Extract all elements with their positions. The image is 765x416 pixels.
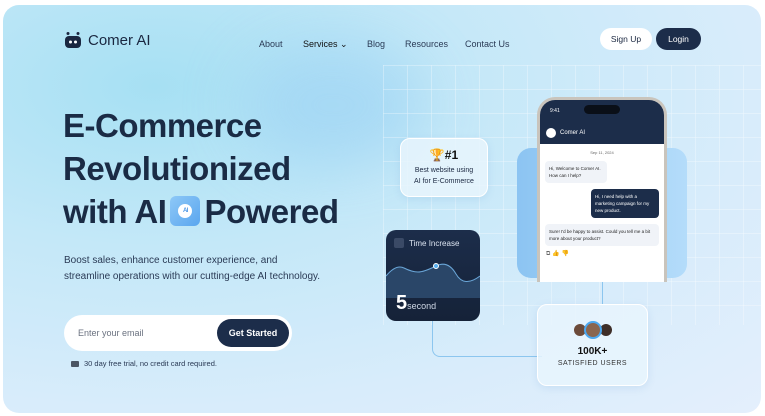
- nav-blog[interactable]: Blog: [367, 39, 385, 49]
- badge-text: Best website using AI for E-Commerce: [414, 167, 474, 185]
- nav-contact[interactable]: Contact Us: [465, 39, 510, 49]
- phone-time: 9:41: [550, 108, 560, 114]
- hero-section: Comer AI About Services ⌄ Blog Resources…: [3, 5, 761, 413]
- nav-about[interactable]: About: [259, 39, 283, 49]
- satisfied-users-card: 100K+ SATISFIED USERS: [537, 304, 648, 386]
- credit-card-icon: [71, 360, 79, 367]
- time-unit: second: [407, 301, 437, 311]
- hero-description: Boost sales, enhance customer experience…: [64, 255, 321, 282]
- ai-chip-icon: [170, 196, 201, 226]
- login-button[interactable]: Login: [656, 28, 701, 50]
- rank-value: #1: [444, 148, 459, 162]
- users-count: 100K+: [577, 346, 608, 357]
- trial-note: 30 day free trial, no credit card requir…: [71, 359, 217, 368]
- users-label: SATISFIED USERS: [557, 360, 628, 367]
- bot-avatar-icon: [546, 128, 556, 138]
- robot-icon: [65, 32, 81, 48]
- chevron-down-icon: ⌄: [340, 39, 348, 49]
- chat-message-bot: Sure! I'd be happy to assist. Could you …: [545, 224, 659, 246]
- phone-app-name: Comer AI: [560, 130, 586, 136]
- headline-line-2: Revolutionized: [63, 150, 291, 187]
- time-increase-card: Time Increase 5second: [386, 230, 480, 321]
- dynamic-island: [584, 105, 620, 114]
- time-title: Time Increase: [409, 238, 460, 248]
- time-number: 5: [396, 292, 408, 314]
- nav-services[interactable]: Services ⌄: [303, 39, 348, 50]
- nav-resources[interactable]: Resources: [405, 39, 448, 49]
- thumbs-up-icon[interactable]: 👍: [552, 251, 561, 257]
- chat-actions: ⧉👍👎: [546, 250, 664, 258]
- get-started-button[interactable]: Get Started: [217, 319, 289, 347]
- time-value: 5second: [396, 292, 436, 315]
- thumbs-down-icon[interactable]: 👎: [562, 251, 571, 257]
- trophy-icon: 🏆: [429, 148, 445, 162]
- headline-line-1: E-Commerce: [63, 107, 262, 144]
- headline-powered: Powered: [204, 193, 339, 230]
- headline-with-ai: with AI: [63, 193, 167, 230]
- brand-name: Comer AI: [88, 31, 151, 49]
- chart-point: [433, 263, 439, 269]
- rank: 🏆#1: [401, 148, 487, 162]
- user-avatars: [538, 321, 647, 339]
- phone-mockup: 9:41 Comer AI Sep 11, 2024 Hi, Welcome t…: [537, 97, 667, 282]
- avatar: [583, 321, 602, 339]
- brand-logo[interactable]: Comer AI: [64, 31, 151, 49]
- signup-button[interactable]: Sign Up: [600, 28, 652, 50]
- chat-message-user: Hi, I need help with a marketing campaig…: [591, 189, 659, 218]
- chat-date: Sep 11, 2024: [590, 150, 614, 155]
- chat-message-bot: Hi, Welcome to Comer AI. How can I help?: [545, 161, 607, 183]
- clock-icon: [394, 238, 404, 248]
- nav-services-label: Services: [303, 39, 338, 49]
- headline-line-3: with AI Powered: [63, 193, 339, 230]
- connector-line: [432, 315, 542, 357]
- best-website-card: 🏆#1 Best website using AI for E-Commerce: [400, 138, 488, 197]
- trial-note-text: 30 day free trial, no credit card requir…: [84, 359, 217, 368]
